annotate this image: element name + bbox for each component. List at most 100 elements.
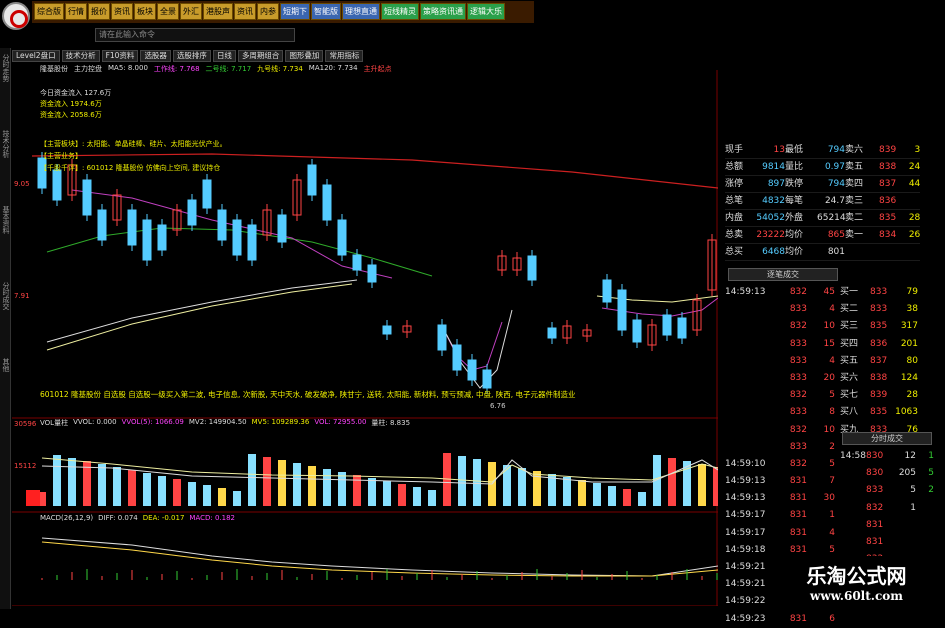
toolbar-button[interactable]: 短期下: [280, 3, 310, 20]
command-input[interactable]: 请在此输入命令: [95, 28, 295, 42]
sidebar-item[interactable]: 技术分析: [1, 130, 11, 200]
toolbar-button[interactable]: 港股声: [203, 3, 233, 20]
volume-bar: [173, 479, 181, 506]
volume-bar: [458, 456, 466, 506]
tick-price: 831: [866, 519, 884, 530]
sidebar-item[interactable]: 分时成交: [1, 282, 11, 352]
quote-cell: 446: [908, 179, 920, 189]
left-sidebar: 分时走势技术分析基本资料分时成交其他: [0, 48, 11, 609]
candle-body: [677, 317, 687, 339]
trade-price: 831: [789, 510, 807, 521]
trade-time: 14:59:13: [725, 476, 766, 487]
volume-header: VOL量柱 VVOL: 0.000 VVOL(5): 1066.09 MV2: …: [40, 418, 410, 428]
ma120-value: MA120: 7.734: [308, 64, 358, 72]
app-logo-icon[interactable]: [2, 2, 30, 30]
tick-side: [916, 534, 934, 551]
tab-item[interactable]: 图形叠加: [285, 50, 324, 62]
quote-cell: 9814: [762, 162, 785, 172]
trade-price: 832: [789, 321, 807, 332]
trade-volume: 5: [829, 390, 835, 401]
volume-bar: [473, 459, 481, 506]
trade-price: 832: [789, 458, 807, 469]
signal-label: 主升起点: [363, 65, 392, 73]
quote-cell: 内盘: [725, 213, 744, 223]
tick-side: [916, 500, 934, 517]
candle-body: [247, 224, 257, 261]
tick-price: 830: [866, 451, 884, 461]
tick-title[interactable]: 分时成交: [842, 432, 932, 445]
toolbar-button[interactable]: 行情: [65, 3, 87, 20]
volume-bar: [428, 490, 436, 506]
sidebar-item[interactable]: 基本资料: [1, 206, 11, 276]
toolbar-button[interactable]: 短线精灵: [381, 3, 419, 20]
quote-cell: 涨停: [725, 179, 744, 189]
orderbook-row: 买八 835 1063: [840, 404, 920, 421]
trades-title[interactable]: 逐笔成交: [728, 268, 838, 281]
candle-body: [602, 279, 612, 303]
trade-price: 831: [789, 527, 807, 538]
toolbar-button[interactable]: 资讯: [234, 3, 256, 20]
volume-bar: [548, 474, 556, 506]
tab-item[interactable]: Level2盘口: [12, 50, 60, 62]
candle-body: [322, 184, 332, 221]
candle-body: [187, 199, 197, 226]
quote-cell: [879, 244, 904, 260]
toolbar-button[interactable]: 内参: [257, 3, 279, 20]
sidebar-item[interactable]: 其他: [1, 358, 11, 428]
orderbook-row: 买一 833 79: [840, 284, 920, 301]
candle-body: [52, 169, 62, 201]
toolbar-button[interactable]: 理想直通: [342, 3, 380, 20]
toolbar-button[interactable]: 策略资讯通: [420, 3, 466, 20]
tick-side: 1: [928, 451, 934, 461]
volume-bar: [188, 482, 196, 506]
tab-item[interactable]: 选股器: [140, 50, 171, 62]
toolbar-button[interactable]: 智能版: [311, 3, 341, 20]
tab-item[interactable]: F10资料: [101, 50, 139, 62]
ob-label: 买八: [840, 407, 859, 418]
volume-bar: [308, 466, 316, 506]
trade-volume: 20: [823, 372, 835, 383]
volume-bar: [68, 458, 76, 506]
trade-time: [725, 387, 773, 404]
company-notes: 【主营板块】: 太阳能、单晶硅棒、硅片、太阳能光伏产业。 【主营业务】 【千股千…: [40, 138, 227, 174]
tab-item[interactable]: 常用指标: [325, 50, 364, 62]
tab-item[interactable]: 多周期组合: [237, 50, 284, 62]
candle-body: [527, 255, 537, 281]
macd-dea: DEA: -0.017: [142, 514, 185, 522]
orderbook-row: 买四 836 201: [840, 336, 920, 353]
toolbar-button[interactable]: 综合版: [34, 3, 64, 20]
ob-label: 买六: [840, 372, 859, 383]
ob-label: 买五: [840, 355, 859, 366]
tab-item[interactable]: 技术分析: [61, 50, 100, 62]
ma5-value: MA5: 8.000: [108, 64, 148, 72]
tick-volume: 12: [904, 451, 916, 461]
candle-body: [127, 209, 137, 246]
tick-row: 830 205 5: [840, 465, 936, 482]
toolbar-button[interactable]: 逻辑大乐: [467, 3, 505, 20]
trade-time: [725, 336, 773, 353]
sidebar-item[interactable]: 分时走势: [1, 54, 11, 124]
toolbar-button[interactable]: 外汇: [180, 3, 202, 20]
volume-bar: [608, 486, 616, 506]
trade-row: 832 5: [725, 387, 837, 404]
toolbar-button[interactable]: 板块: [134, 3, 156, 20]
ob-price: 836: [870, 338, 888, 349]
ob-price: 835: [870, 321, 888, 332]
toolbar-button[interactable]: 全景: [157, 3, 179, 20]
tick-row: 833 5 2: [840, 482, 936, 499]
tab-item[interactable]: 日线: [212, 50, 236, 62]
tab-item[interactable]: 选股排序: [172, 50, 211, 62]
quote-cell: 均价: [785, 230, 804, 240]
toolbar-button[interactable]: 资讯: [111, 3, 133, 20]
tick-volume: [892, 517, 916, 534]
toolbar-button[interactable]: 报价: [88, 3, 110, 20]
candle-body: [632, 319, 642, 343]
candle-body: [277, 214, 287, 243]
trade-price: 831: [789, 476, 807, 487]
candle-body: [352, 254, 362, 271]
trade-price: 833: [789, 355, 807, 366]
volume-marker: [26, 490, 40, 506]
ob-volume: 79: [906, 287, 918, 297]
note-line: 【千股千评】: 601012 隆基股份 仿佛向上空间, 建议持仓: [40, 164, 221, 172]
watermark-url: www.60lt.com: [810, 589, 903, 603]
